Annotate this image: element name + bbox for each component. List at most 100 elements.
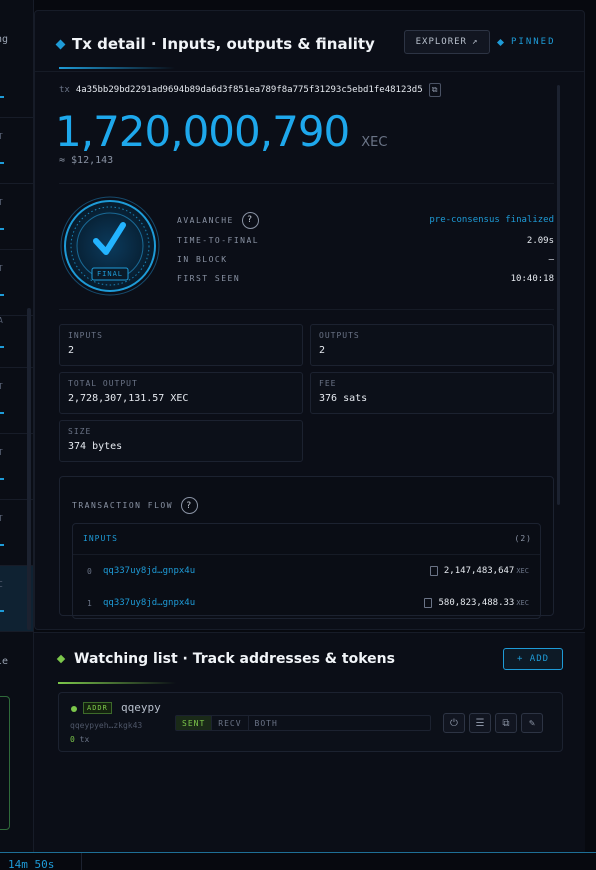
tx-count: 0 (70, 735, 75, 744)
help-icon[interactable]: ? (241, 211, 259, 229)
watching-list-panel: Watching list · Track addresses & tokens… (34, 632, 585, 852)
stat-label: FEE (319, 379, 337, 388)
avalanche-label: AVALANCHE (177, 215, 234, 225)
stat-label: TOTAL OUTPUT (68, 379, 138, 388)
copy-icon[interactable]: ⧉ (428, 83, 441, 97)
diamond-icon (55, 39, 66, 49)
filter-recv[interactable]: RECV (212, 716, 249, 730)
input-index: 1 (87, 598, 92, 608)
edit-icon[interactable]: ✎ (521, 713, 543, 733)
help-icon[interactable]: ? (181, 497, 199, 514)
header-divider (35, 71, 584, 72)
watch-item-address: qqeypyeh…zkgk43 (70, 721, 143, 730)
inputs-count: (2) (514, 534, 532, 543)
panel-scrollbar[interactable] (557, 85, 560, 505)
watch-header-underline (58, 682, 176, 684)
sidebar-item-glyph: T (0, 132, 3, 141)
flow-title: TRANSACTION FLOW ? (72, 497, 199, 514)
address-badge: ADDR (83, 702, 112, 714)
tx-hash: 4a35bb29bd2291ad9694b89da6d3f851ea789f8a… (75, 85, 423, 95)
input-row[interactable]: 0 qq337uy8jd…gnpx4u 2,147,483,647 XEC (87, 566, 529, 576)
stat-label: INPUTS (68, 331, 103, 340)
pinned-label: PINNED (511, 37, 556, 47)
sidebar-item-indicator (0, 346, 4, 348)
flow-title-label: TRANSACTION FLOW (72, 501, 174, 510)
sidebar-item[interactable] (0, 52, 33, 118)
sidebar-item-glyph: T (0, 198, 3, 207)
status-dot-icon (71, 706, 77, 712)
stat-label: SIZE (68, 427, 92, 436)
filter-both[interactable]: BOTH (249, 716, 284, 730)
pinned-toggle[interactable]: PINNED (496, 37, 556, 47)
stat-outputs: OUTPUTS 2 (310, 324, 554, 366)
sidebar-item[interactable]: T (0, 184, 33, 250)
sidebar-item-indicator (0, 478, 4, 480)
block-label: IN BLOCK (177, 255, 228, 264)
filter-sent[interactable]: SENT (176, 716, 213, 730)
kv-row-seen: FIRST SEEN 10:40:18 (177, 269, 554, 288)
external-link-icon: ↗ (471, 37, 479, 47)
finality-details: AVALANCHE? pre-consensus finalized TIME-… (177, 209, 554, 288)
input-row[interactable]: 1 qq337uy8jd…gnpx4u 580,823,488.33 XEC (87, 598, 529, 608)
stat-value: 2,728,307,131.57 XEC (68, 393, 189, 404)
input-index: 0 (87, 566, 92, 576)
watch-panel-title: Watching list · Track addresses & tokens (74, 651, 395, 667)
copy-icon[interactable] (424, 598, 433, 608)
input-unit: XEC (516, 599, 529, 607)
session-timer: 14m 50s (8, 858, 55, 870)
transaction-flow: TRANSACTION FLOW ? INPUTS (2) 0 qq337uy8… (59, 476, 554, 619)
status-divider (81, 853, 82, 870)
input-address[interactable]: qq337uy8jd…gnpx4u (103, 566, 430, 576)
sidebar-item-indicator (0, 162, 4, 164)
copy-icon[interactable] (429, 566, 438, 576)
sidebar-item-indicator (0, 412, 4, 414)
final-badge: FINAL (96, 270, 124, 278)
input-address[interactable]: qq337uy8jd…gnpx4u (103, 598, 424, 608)
watch-item-tx-count: 0 tx (70, 735, 89, 744)
explorer-label: EXPLORER (415, 37, 467, 47)
stat-value: 374 bytes (68, 441, 123, 452)
inputs-header-label: INPUTS (83, 534, 118, 543)
list-icon[interactable]: ☰ (469, 713, 491, 733)
sidebar-green-card (0, 696, 10, 830)
pin-diamond-icon (496, 38, 505, 46)
kv-row-avalanche: AVALANCHE? pre-consensus finalized (177, 209, 554, 231)
sidebar-item-indicator (0, 228, 4, 230)
stat-size: SIZE 374 bytes (59, 420, 303, 462)
tx-panel-header: Tx detail · Inputs, outputs & finality (55, 35, 375, 53)
amount-display: 1,720,000,790 XEC (55, 107, 387, 156)
tx-unit: tx (79, 735, 90, 744)
amount-unit: XEC (361, 135, 388, 150)
green-diamond-icon (56, 654, 66, 664)
input-amount: 2,147,483,647 (443, 566, 515, 576)
sidebar-item-glyph: T (0, 514, 3, 523)
section-divider (59, 183, 554, 184)
inputs-divider (73, 554, 540, 555)
sidebar-scrollbar[interactable] (27, 308, 31, 630)
status-bar: 14m 50s (0, 852, 596, 870)
sidebar-item-glyph: A (0, 316, 3, 325)
stat-total-output: TOTAL OUTPUT 2,728,307,131.57 XEC (59, 372, 303, 414)
section-divider (59, 309, 554, 310)
stat-value: 2 (319, 345, 326, 356)
stat-value: 2 (68, 345, 75, 356)
sidebar-bottom-label: le (0, 656, 9, 667)
sidebar-item-indicator (0, 610, 4, 612)
sidebar-item[interactable]: T (0, 118, 33, 184)
copy-icon[interactable]: ⧉ (495, 713, 517, 733)
tx-detail-panel: Tx detail · Inputs, outputs & finality E… (34, 10, 585, 630)
ttf-value: 2.09s (526, 235, 554, 246)
input-amount: 580,823,488.33 (438, 598, 515, 608)
add-watch-button[interactable]: + ADD (503, 648, 563, 670)
tx-label: tx (59, 85, 70, 95)
power-icon[interactable]: ⏻ (443, 713, 465, 733)
sidebar-item-glyph: T (0, 264, 3, 273)
stat-label: OUTPUTS (319, 331, 360, 340)
sidebar-item-glyph: T (0, 382, 3, 391)
avalanche-value: pre-consensus finalized (429, 215, 554, 225)
explorer-button[interactable]: EXPLORER ↗ (404, 30, 490, 54)
sidebar-top-label: ng (0, 34, 9, 45)
amount-value: 1,720,000,790 (55, 107, 350, 156)
sidebar-item-indicator (0, 294, 4, 296)
kv-row-block: IN BLOCK — (177, 250, 554, 269)
